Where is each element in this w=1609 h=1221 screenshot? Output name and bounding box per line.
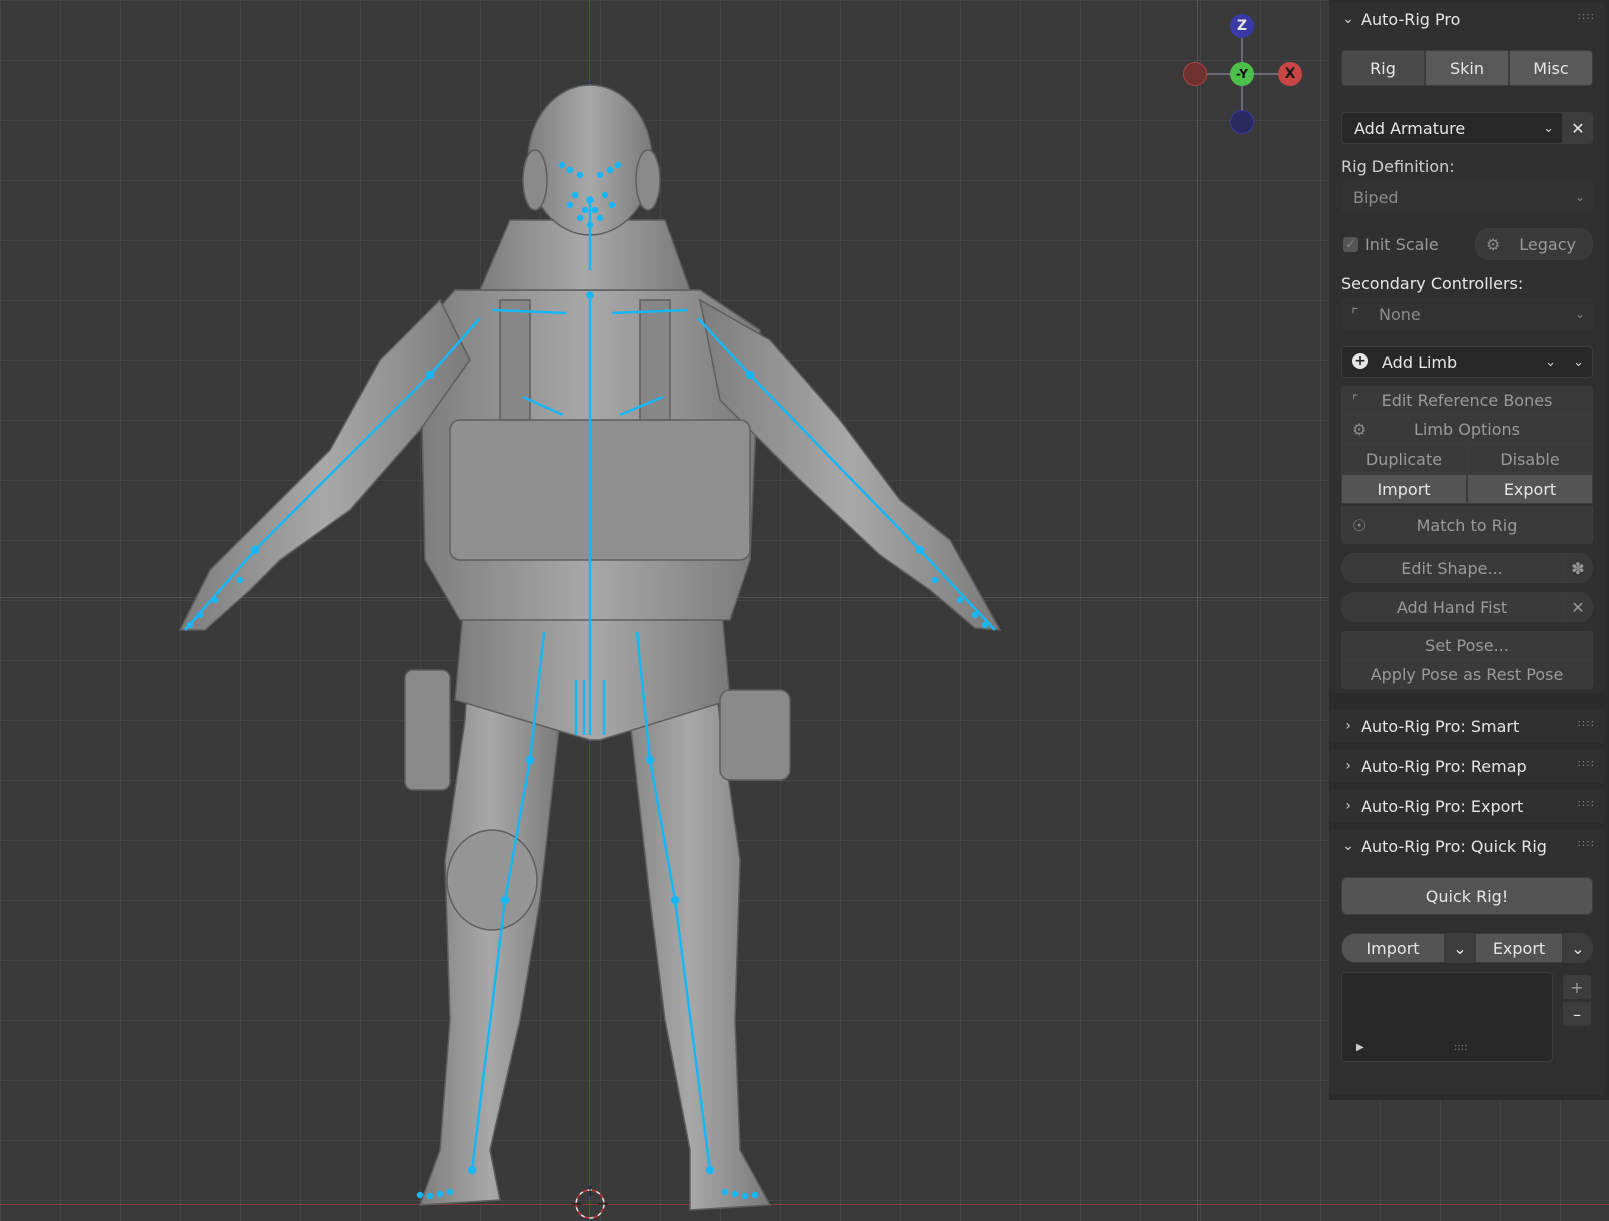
match-to-rig-button[interactable]: ☉ Match to Rig (1341, 506, 1593, 544)
gizmo-neg-z-icon[interactable] (1230, 110, 1254, 134)
set-pose-button[interactable]: Set Pose... (1341, 631, 1593, 660)
panel-header-smart[interactable]: › Auto-Rig Pro: Smart :::: (1329, 709, 1605, 743)
secondary-controllers-label: Secondary Controllers: (1341, 274, 1524, 293)
panel-title: Auto-Rig Pro: Remap (1361, 756, 1527, 776)
chevron-down-icon: ⌄ (1574, 190, 1585, 204)
list-remove-icon[interactable]: – (1563, 1002, 1591, 1026)
edit-reference-bones-button[interactable]: ⌜ Edit Reference Bones (1341, 386, 1593, 415)
chevron-down-icon[interactable]: ⌄ (1563, 933, 1593, 963)
chevron-down-icon: ⌄ (1545, 354, 1556, 370)
legacy-label: Legacy (1519, 234, 1576, 254)
add-limb-dropdown[interactable]: + Add Limb ⌄ ⌄ (1341, 346, 1593, 378)
add-armature-dropdown[interactable]: Add Armature ⌄ (1341, 112, 1563, 144)
export-button[interactable]: Export (1467, 474, 1593, 504)
drag-grip-icon[interactable]: :::: (1578, 838, 1595, 849)
edit-shape-button[interactable]: Edit Shape... (1341, 553, 1563, 583)
drag-grip-icon[interactable]: :::: (1578, 11, 1595, 22)
chevron-down-icon: ⌄ (1342, 11, 1354, 27)
add-armature-label: Add Armature (1354, 118, 1466, 138)
panel-header-export[interactable]: › Auto-Rig Pro: Export :::: (1329, 789, 1605, 823)
drag-grip-icon[interactable]: :::: (1578, 758, 1595, 769)
panel-title: Auto-Rig Pro: Export (1361, 796, 1524, 816)
panel-header-remap[interactable]: › Auto-Rig Pro: Remap :::: (1329, 749, 1605, 783)
character-mesh[interactable] (0, 0, 1329, 1221)
chevron-down-icon: ⌄ (1573, 354, 1584, 370)
tab-rig[interactable]: Rig (1341, 50, 1425, 86)
tab-skin[interactable]: Skin (1425, 50, 1509, 86)
gear-icon: ⚙ (1486, 234, 1501, 254)
gizmo-x-icon[interactable]: X (1278, 62, 1302, 86)
resize-grip-icon[interactable]: :::: (1454, 1042, 1467, 1053)
chevron-down-icon: ⌄ (1574, 307, 1585, 321)
bone-edit-icon: ⌜ (1352, 392, 1359, 409)
panel-header-auto-rig-pro[interactable]: ⌄ Auto-Rig Pro :::: (1329, 2, 1605, 36)
panel-title: Auto-Rig Pro (1361, 9, 1461, 29)
chevron-right-icon: › (1345, 718, 1351, 734)
play-icon[interactable]: ▶ (1356, 1042, 1364, 1053)
chevron-right-icon: › (1345, 758, 1351, 774)
chevron-right-icon: › (1345, 798, 1351, 814)
legacy-button[interactable]: ⚙ Legacy (1475, 228, 1593, 260)
panel-title: Auto-Rig Pro: Quick Rig (1361, 836, 1547, 856)
match-to-rig-label: Match to Rig (1416, 515, 1518, 535)
tab-misc[interactable]: Misc (1509, 50, 1593, 86)
quick-rig-button[interactable]: Quick Rig! (1341, 877, 1593, 915)
close-icon[interactable]: ✕ (1563, 592, 1593, 622)
secondary-controllers-dropdown[interactable]: ⌜ None ⌄ (1341, 298, 1593, 330)
gizmo-neg-y-icon[interactable]: -Y (1230, 62, 1254, 86)
add-circle-icon: + (1352, 353, 1368, 369)
rig-definition-dropdown[interactable]: Biped ⌄ (1341, 181, 1593, 213)
add-hand-fist-button[interactable]: Add Hand Fist (1341, 592, 1563, 622)
quick-rig-export-button[interactable]: Export (1475, 933, 1563, 963)
limb-options-button[interactable]: ⚙ Limb Options (1341, 415, 1593, 444)
secondary-controllers-value: None (1379, 304, 1421, 324)
chevron-down-icon[interactable]: ⌄ (1445, 933, 1475, 963)
apply-pose-as-rest-pose-button[interactable]: Apply Pose as Rest Pose (1341, 660, 1593, 689)
list-add-icon[interactable]: + (1563, 975, 1591, 999)
add-limb-label: Add Limb (1382, 352, 1458, 372)
init-scale-checkbox[interactable]: ✓ (1343, 237, 1358, 252)
gear-icon: ⚙ (1352, 420, 1367, 439)
drag-grip-icon[interactable]: :::: (1578, 798, 1595, 809)
init-scale-label: Init Scale (1365, 235, 1439, 254)
drag-grip-icon[interactable]: :::: (1578, 718, 1595, 729)
armature-bones (184, 161, 996, 1200)
quick-rig-import-button[interactable]: Import (1341, 933, 1445, 963)
chevron-down-icon: ⌄ (1543, 120, 1554, 136)
panel-header-quick-rig[interactable]: ⌄ Auto-Rig Pro: Quick Rig :::: (1329, 829, 1605, 863)
bone-icon: ⌜ (1351, 304, 1359, 324)
shape-icon[interactable]: ✽ (1563, 553, 1593, 583)
3d-cursor-icon (572, 1186, 608, 1219)
duplicate-button[interactable]: Duplicate (1341, 444, 1467, 474)
edit-reference-bones-label: Edit Reference Bones (1381, 391, 1553, 410)
chevron-down-icon: ⌄ (1342, 838, 1354, 854)
rig-definition-label: Rig Definition: (1341, 157, 1455, 176)
panel-title: Auto-Rig Pro: Smart (1361, 716, 1520, 736)
rig-definition-value: Biped (1353, 187, 1399, 207)
limb-options-label: Limb Options (1414, 420, 1520, 439)
gizmo-z-icon[interactable]: Z (1230, 14, 1254, 38)
quick-rig-list[interactable]: ▶ :::: (1341, 972, 1553, 1062)
import-button[interactable]: Import (1341, 474, 1467, 504)
gizmo-neg-x-icon[interactable] (1183, 62, 1207, 86)
figure-icon: ☉ (1352, 515, 1367, 535)
close-icon[interactable]: ✕ (1563, 112, 1593, 144)
disable-button[interactable]: Disable (1467, 444, 1593, 474)
